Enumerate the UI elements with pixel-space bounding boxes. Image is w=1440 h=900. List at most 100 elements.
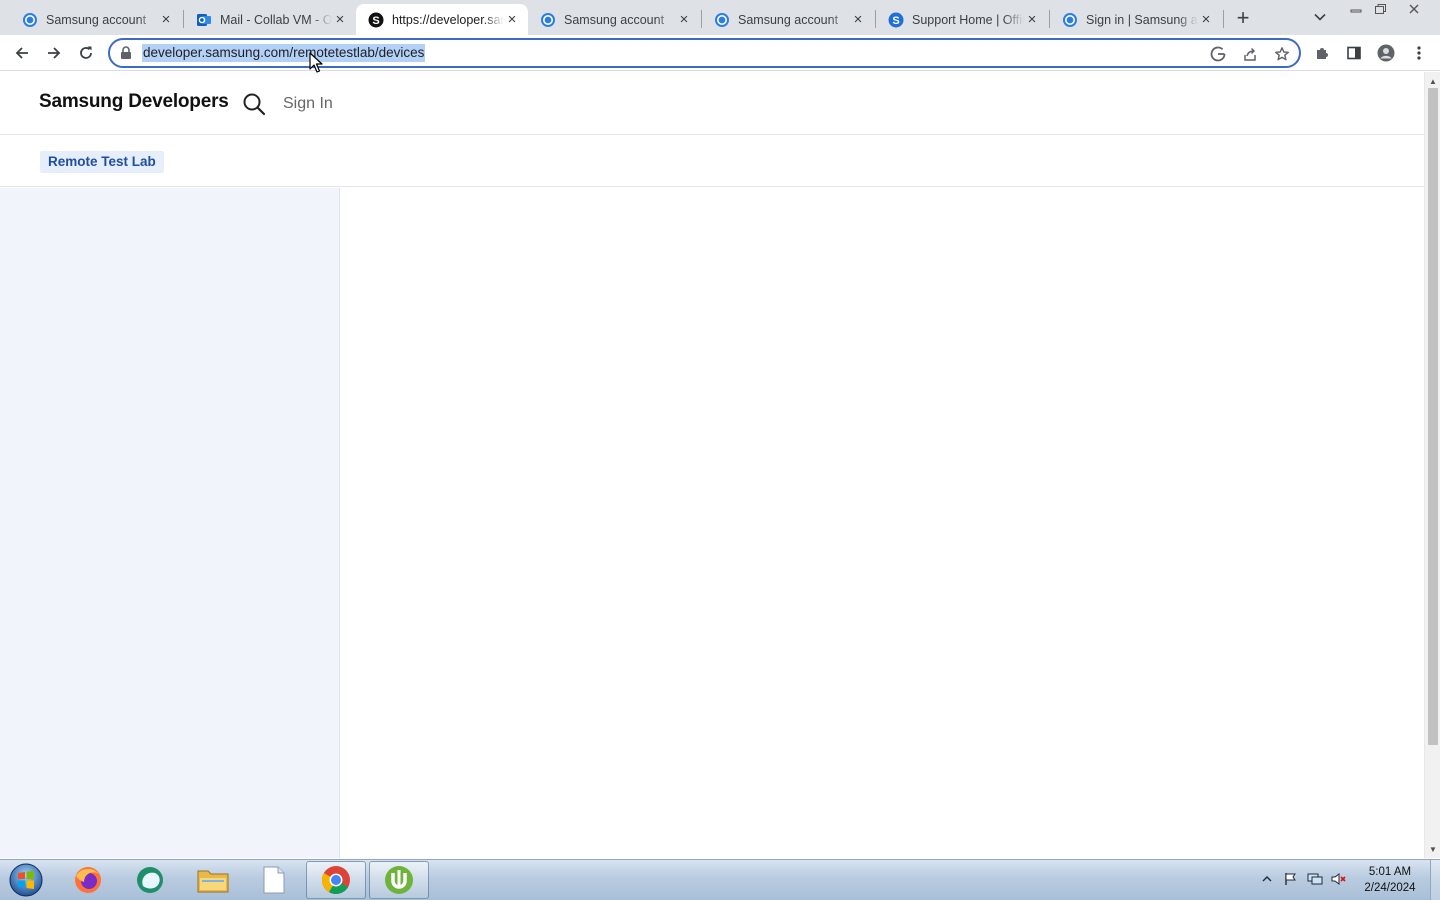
- tab-title: Support Home | Official Samsung: [912, 12, 1024, 27]
- restore-button[interactable]: [1370, 0, 1390, 18]
- tab-title: Samsung account: [564, 12, 665, 27]
- site-header: Samsung Developers Sign In: [0, 72, 1424, 135]
- address-text[interactable]: developer.samsung.com/remotetestlab/devi…: [142, 44, 426, 62]
- profile-avatar-icon: [1377, 44, 1395, 62]
- tab-close-icon[interactable]: ×: [332, 12, 348, 28]
- browser-tab[interactable]: Samsung account ×: [702, 4, 874, 35]
- kebab-menu-icon: [1417, 46, 1421, 60]
- taskbar-utorrent[interactable]: [369, 861, 429, 899]
- scroll-down-arrow-icon[interactable]: ▼: [1425, 842, 1440, 856]
- taskbar-chrome[interactable]: [306, 861, 366, 899]
- reload-icon: [80, 46, 92, 59]
- search-icon[interactable]: [241, 91, 267, 117]
- tab-close-icon[interactable]: ×: [504, 12, 520, 28]
- taskbar-messenger[interactable]: [120, 861, 180, 899]
- samsung-account-icon: [714, 12, 730, 28]
- samsung-account-icon: [1062, 12, 1078, 28]
- svg-text:S: S: [892, 15, 899, 27]
- windows-start-icon: [9, 863, 43, 897]
- samsung-developers-icon: S: [368, 12, 384, 28]
- puzzle-icon: [1317, 48, 1328, 59]
- tab-title: Samsung account: [738, 12, 839, 27]
- web-page: Samsung Developers Sign In Remote Test L…: [0, 72, 1424, 858]
- share-icon[interactable]: [1240, 44, 1260, 64]
- main-content-area: [341, 188, 1424, 858]
- taskbar-firefox[interactable]: [58, 861, 118, 899]
- tab-title: Samsung account: [46, 12, 147, 27]
- tab-title: Sign in | Samsung account: [1086, 12, 1198, 27]
- samsung-account-icon: [22, 12, 38, 28]
- new-tab-button[interactable]: +: [1231, 5, 1255, 30]
- remote-test-lab-link[interactable]: Remote Test Lab: [40, 151, 164, 173]
- samsung-account-icon: [540, 12, 556, 28]
- browser-tab[interactable]: S Support Home | Official Samsung ×: [876, 4, 1048, 35]
- profile-button[interactable]: [1372, 39, 1400, 67]
- taskbar-file-explorer[interactable]: [183, 861, 243, 899]
- brand-logo-link[interactable]: Samsung Developers: [39, 91, 229, 113]
- browser-tab-active[interactable]: S https://developer.samsung.com ×: [356, 4, 528, 35]
- tab-close-icon[interactable]: ×: [1198, 12, 1214, 28]
- browser-tab[interactable]: Sign in | Samsung account ×: [1050, 4, 1222, 35]
- sidebar-panel: [0, 188, 340, 858]
- network-icon: [1307, 873, 1323, 885]
- minimize-icon: [1350, 9, 1362, 13]
- scroll-up-arrow-icon[interactable]: ▲: [1425, 74, 1440, 88]
- chevron-down-icon: [1314, 13, 1326, 21]
- system-clock[interactable]: 5:01 AM 2/24/2024: [1356, 864, 1424, 896]
- tab-strip: Samsung account × Mail - Collab VM - Out…: [0, 0, 1440, 35]
- samsung-support-icon: S: [888, 12, 904, 28]
- taskbar-notepad[interactable]: [244, 861, 304, 899]
- tab-title: https://developer.samsung.com: [392, 12, 504, 27]
- mouse-cursor-icon: [309, 52, 323, 73]
- google-lens-icon[interactable]: [1208, 44, 1228, 64]
- chrome-icon: [322, 866, 350, 894]
- windows-taskbar: 5:01 AM 2/24/2024: [0, 859, 1440, 900]
- vertical-scrollbar[interactable]: ▲ ▼: [1424, 72, 1440, 858]
- tab-close-icon[interactable]: ×: [1024, 12, 1040, 28]
- lock-icon: [120, 46, 134, 60]
- reload-button[interactable]: [72, 39, 100, 67]
- file-explorer-icon: [197, 870, 229, 893]
- clock-date: 2/24/2024: [1364, 882, 1416, 894]
- tab-close-icon[interactable]: ×: [676, 12, 692, 28]
- tab-separator: [1223, 10, 1224, 28]
- volume-muted-icon: [1331, 873, 1346, 885]
- firefox-icon: [75, 867, 101, 893]
- notepad-icon: [263, 866, 285, 894]
- tab-search-button[interactable]: [1310, 8, 1330, 26]
- scrollbar-thumb[interactable]: [1428, 88, 1438, 745]
- tab-title: Mail - Collab VM - Outlook: [220, 12, 332, 27]
- tab-close-icon[interactable]: ×: [158, 12, 174, 28]
- address-bar[interactable]: developer.samsung.com/remotetestlab/devi…: [108, 38, 1301, 68]
- minimize-button[interactable]: [1346, 0, 1366, 18]
- sign-in-link[interactable]: Sign In: [283, 95, 333, 113]
- side-panel-button[interactable]: [1340, 39, 1368, 67]
- tab-close-icon[interactable]: ×: [850, 12, 866, 28]
- arrow-left-icon: [15, 47, 28, 59]
- bookmark-star-icon[interactable]: [1272, 44, 1292, 64]
- browser-tab[interactable]: Samsung account ×: [528, 4, 700, 35]
- outlook-icon: [196, 12, 212, 28]
- back-button[interactable]: [8, 39, 36, 67]
- start-button[interactable]: [6, 861, 46, 899]
- utorrent-icon: [385, 866, 413, 894]
- show-desktop-button[interactable]: [1430, 860, 1440, 900]
- arrow-right-icon: [48, 47, 61, 59]
- action-center-tray[interactable]: [1282, 870, 1300, 888]
- browser-toolbar: developer.samsung.com/remotetestlab/devi…: [0, 35, 1440, 71]
- browser-tab[interactable]: Samsung account ×: [10, 4, 182, 35]
- flag-icon: [1285, 873, 1296, 885]
- side-panel-icon: [1347, 46, 1361, 60]
- screen: Samsung account × Mail - Collab VM - Out…: [0, 0, 1440, 900]
- forward-button[interactable]: [40, 39, 68, 67]
- network-tray[interactable]: [1306, 870, 1324, 888]
- volume-tray[interactable]: [1330, 870, 1348, 888]
- browser-tab[interactable]: Mail - Collab VM - Outlook ×: [184, 4, 356, 35]
- close-window-button[interactable]: [1396, 0, 1432, 18]
- show-hidden-icons-button[interactable]: [1258, 870, 1276, 888]
- chevron-up-icon: [1262, 876, 1272, 882]
- sub-navigation: Remote Test Lab: [0, 136, 1424, 187]
- messenger-icon: [137, 867, 163, 893]
- extensions-button[interactable]: [1308, 39, 1336, 67]
- chrome-menu-button[interactable]: [1405, 39, 1433, 67]
